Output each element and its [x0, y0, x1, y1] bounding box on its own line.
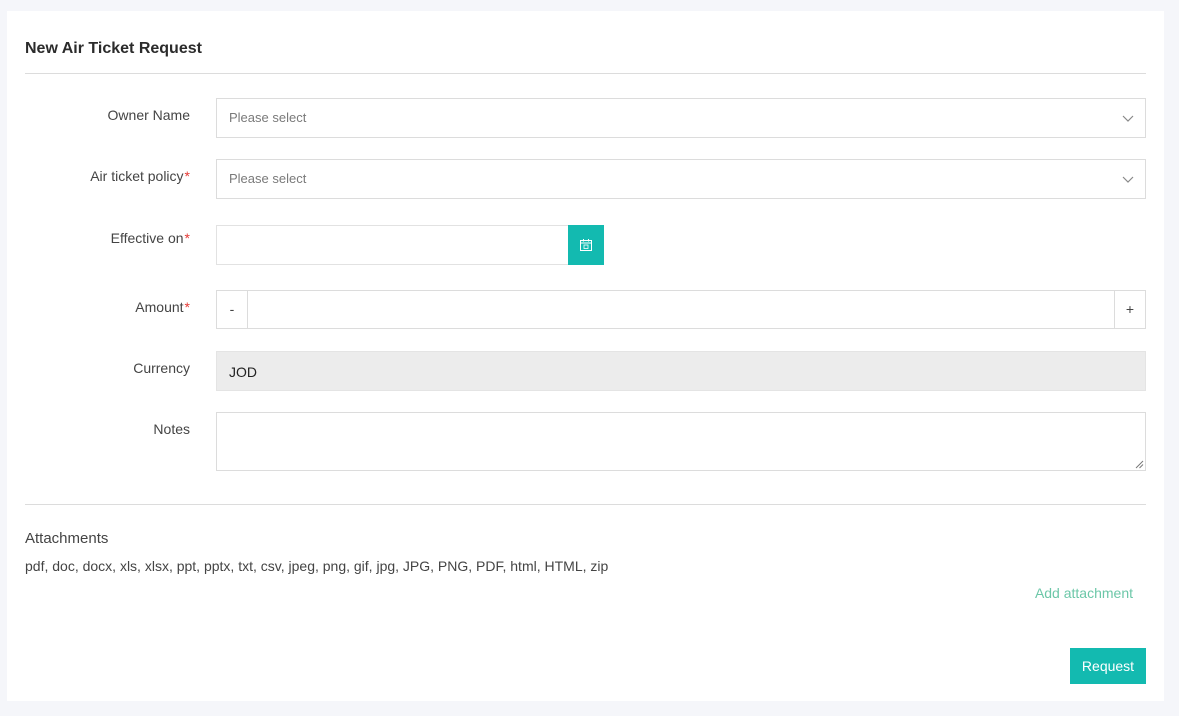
calendar-icon [580, 239, 592, 251]
amount-label-text: Amount [135, 299, 184, 315]
effective-on-label-text: Effective on [110, 230, 184, 246]
request-form-card: New Air Ticket Request Owner Name Please… [7, 11, 1164, 701]
attachments-title: Attachments [25, 530, 109, 547]
owner-name-placeholder: Please select [229, 110, 307, 125]
currency-label-text: Currency [133, 360, 190, 376]
currency-label: Currency [133, 360, 190, 376]
owner-name-label: Owner Name [108, 107, 190, 123]
currency-value: JOD [229, 364, 257, 380]
effective-on-date-input[interactable] [216, 225, 569, 265]
required-marker: * [184, 230, 190, 246]
owner-name-label-text: Owner Name [107, 107, 190, 123]
resize-grip-icon[interactable] [1135, 460, 1144, 469]
owner-name-select[interactable]: Please select [216, 98, 1146, 138]
attachments-allowed-types: pdf, doc, docx, xls, xlsx, ppt, pptx, tx… [25, 558, 609, 574]
title-divider [25, 73, 1146, 74]
increment-button[interactable]: + [1114, 291, 1145, 328]
effective-on-label: Effective on* [111, 230, 190, 246]
notes-label: Notes [153, 421, 190, 437]
air-ticket-policy-placeholder: Please select [229, 171, 307, 186]
request-button[interactable]: Request [1070, 648, 1146, 684]
air-ticket-policy-label: Air ticket policy* [90, 168, 190, 184]
notes-label-text: Notes [153, 421, 190, 437]
currency-field: JOD [216, 351, 1146, 391]
amount-stepper: - + [216, 290, 1146, 329]
air-ticket-policy-select[interactable]: Please select [216, 159, 1146, 199]
required-marker: * [184, 299, 190, 315]
notes-textarea[interactable] [216, 412, 1146, 471]
add-attachment-link[interactable]: Add attachment [1035, 585, 1133, 601]
decrement-button[interactable]: - [217, 291, 248, 328]
chevron-down-icon [1122, 115, 1134, 122]
amount-label: Amount* [135, 299, 190, 315]
air-ticket-policy-label-text: Air ticket policy [90, 168, 184, 184]
page-title: New Air Ticket Request [25, 40, 202, 57]
section-divider [25, 504, 1146, 505]
required-marker: * [184, 168, 190, 184]
chevron-down-icon [1122, 176, 1134, 183]
amount-input[interactable] [248, 291, 1114, 328]
calendar-button[interactable] [568, 225, 604, 265]
